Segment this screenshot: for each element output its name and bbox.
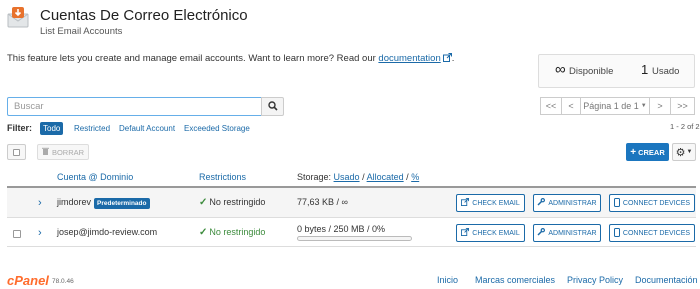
manage-button[interactable]: ADMINISTRAR [533,194,601,212]
check-icon: ✓ [199,197,208,208]
external-link-icon [461,198,470,208]
gear-icon: ⚙ [675,146,686,159]
delete-button[interactable]: BORRAR [37,144,89,160]
pagination-next-button[interactable]: > [649,97,671,115]
column-header-storage: Storage: Usado / Allocated / % [297,172,420,182]
footer-link-privacy[interactable]: Privacy Policy [567,275,623,285]
storage-usage: 0 bytes / 250 MB / 0% [297,224,386,234]
filter-label: Filter: [7,123,33,133]
column-header-restrictions[interactable]: Restrictions [199,172,246,182]
storage-usage-bar [297,236,412,241]
select-all-checkbox[interactable] [7,144,26,160]
page-subtitle: List Email Accounts [40,26,123,37]
pagination-last-button[interactable]: >> [670,97,695,115]
trash-icon [41,147,49,157]
connect-devices-button[interactable]: CONNECT DEVICES [609,224,695,242]
available-label: Disponible [569,66,614,77]
search-button[interactable] [261,97,284,116]
intro-text: This feature lets you create and manage … [7,53,455,64]
pagination-prev-button[interactable]: < [561,97,581,115]
check-email-button[interactable]: CHECK EMAIL [456,224,525,242]
plus-icon: + [630,146,637,158]
caret-down-icon: ▼ [640,103,647,109]
restriction-status: ✓ No restringido [199,197,266,208]
sort-allocated-link[interactable]: Allocated [367,172,404,182]
footer-link-home[interactable]: Inicio [437,275,458,285]
wrench-icon [537,228,546,238]
filter-exceeded-storage[interactable]: Exceeded Storage [181,122,253,135]
cpanel-version: 78.0.46 [52,278,74,285]
check-email-button[interactable]: CHECK EMAIL [456,194,525,212]
check-icon: ✓ [199,227,208,238]
search-icon [267,98,278,116]
default-account-badge: Predeterminado [94,198,150,209]
checkbox-box [13,148,20,156]
account-name: jimdorev [57,197,92,207]
manage-button[interactable]: ADMINISTRAR [533,224,601,242]
mobile-icon [613,197,620,209]
sort-percent-link[interactable]: % [411,172,419,182]
documentation-link[interactable]: documentation [378,53,440,64]
column-header-account[interactable]: Cuenta @ Dominio [57,172,133,182]
email-accounts-icon [7,6,29,28]
results-count: 1 - 2 of 2 [670,122,700,131]
filter-restricted[interactable]: Restricted [71,122,113,135]
search-input[interactable] [7,97,262,116]
caret-down-icon: ▼ [686,149,693,155]
footer-link-trademarks[interactable]: Marcas comerciales [475,275,555,285]
available-value: ∞ [555,61,566,78]
used-value: 1 [641,62,649,77]
create-button[interactable]: + CREAR [626,143,669,161]
connect-devices-button[interactable]: CONNECT DEVICES [609,194,695,212]
expand-row-chevron-icon[interactable]: › [38,227,42,239]
settings-dropdown-button[interactable]: ⚙ ▼ [672,143,696,161]
cpanel-logo: cPanel [7,273,49,288]
sort-used-link[interactable]: Usado [334,172,360,182]
filter-all[interactable]: Todo [40,122,64,135]
used-label: Usado [652,66,680,77]
wrench-icon [537,198,546,208]
restriction-status: ✓ No restringido [199,227,266,238]
footer-link-documentation[interactable]: Documentación [635,275,698,285]
external-link-icon [442,53,452,62]
page-title: Cuentas De Correo Electrónico [40,7,248,24]
filter-default-account[interactable]: Default Account [116,122,178,135]
expand-row-chevron-icon[interactable]: › [38,197,42,209]
row-select-checkbox[interactable] [13,230,21,238]
pagination-page-select[interactable]: Página 1 de 1 ▼ [580,97,650,115]
storage-usage: 77,63 KB / ∞ [297,197,348,207]
account-name: josep@jimdo-review.com [57,227,158,237]
external-link-icon [461,228,470,238]
pagination-first-button[interactable]: << [540,97,562,115]
mobile-icon [613,227,620,239]
